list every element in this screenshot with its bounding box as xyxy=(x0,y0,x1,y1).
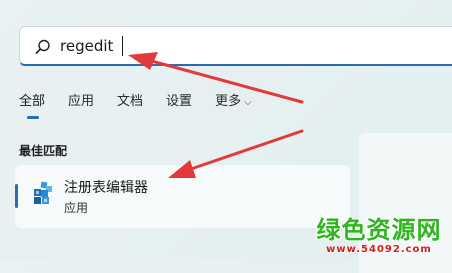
site-watermark: 绿色资源网 www.54092.com xyxy=(299,216,452,260)
watermark-title: 绿色资源网 xyxy=(316,216,442,244)
annotation-arrow-result xyxy=(168,129,304,178)
watermark-url: www.54092.com xyxy=(326,244,432,255)
annotation-arrow-search xyxy=(128,52,304,104)
